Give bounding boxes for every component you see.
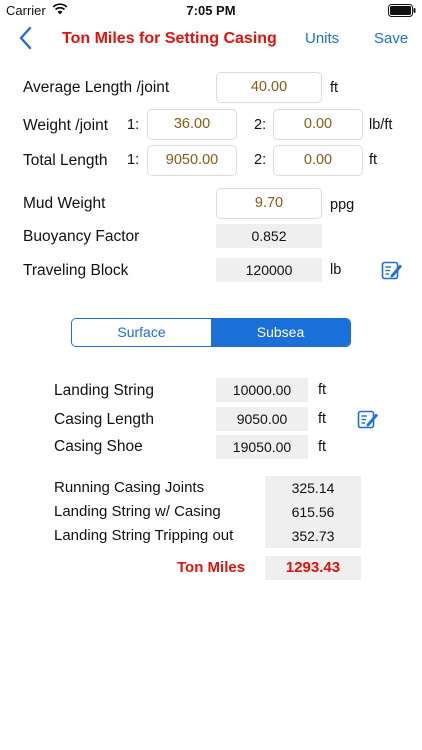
status-time: 7:05 PM <box>186 3 236 18</box>
casing-shoe-value: 19050.00 <box>216 435 308 459</box>
casing-length-unit: ft <box>318 411 327 427</box>
landing-with-casing-value: 615.56 <box>265 500 361 524</box>
traveling-block-unit: lb <box>330 262 342 278</box>
buoyancy-label: Buoyancy Factor <box>23 228 140 245</box>
page-title: Ton Miles for Setting Casing <box>62 30 277 47</box>
weight-unit: lb/ft <box>369 117 393 133</box>
ton-miles-value: 1293.43 <box>265 556 361 580</box>
avg-length-input[interactable]: 40.00 <box>216 72 322 103</box>
landing-tripping-value: 352.73 <box>265 524 361 548</box>
total-length-label: Total Length <box>23 152 108 169</box>
back-chevron-icon[interactable] <box>18 26 38 50</box>
landing-string-unit: ft <box>318 382 327 398</box>
total-length-index-1: 1: <box>127 152 140 168</box>
nav-bar: Ton Miles for Setting Casing Units Save <box>0 22 422 58</box>
casing-shoe-unit: ft <box>318 439 327 455</box>
landing-string-value: 10000.00 <box>216 378 308 402</box>
edit-casing-icon[interactable] <box>357 408 379 430</box>
total-length-unit: ft <box>369 152 378 168</box>
traveling-block-value: 120000 <box>216 258 322 282</box>
segment-surface[interactable]: Surface <box>72 319 211 346</box>
landing-tripping-label: Landing String Tripping out <box>54 527 234 544</box>
units-button[interactable]: Units <box>305 30 339 47</box>
avg-length-unit: ft <box>330 80 339 96</box>
weight-2-input[interactable]: 0.00 <box>273 109 363 140</box>
avg-length-label: Average Length /joint <box>23 79 170 96</box>
save-button[interactable]: Save <box>374 30 408 47</box>
running-joints-value: 325.14 <box>265 476 361 500</box>
casing-length-value: 9050.00 <box>216 407 308 431</box>
ton-miles-label: Ton Miles <box>177 559 246 576</box>
total-length-1-input[interactable]: 9050.00 <box>147 145 237 176</box>
total-length-2-input[interactable]: 0.00 <box>273 145 363 176</box>
buoyancy-value: 0.852 <box>216 224 322 248</box>
edit-traveling-block-icon[interactable] <box>381 259 403 281</box>
casing-shoe-label: Casing Shoe <box>54 438 143 455</box>
mud-weight-label: Mud Weight <box>23 195 106 212</box>
landing-with-casing-label: Landing String w/ Casing <box>54 503 221 520</box>
total-length-index-2: 2: <box>254 152 267 168</box>
battery-icon <box>388 4 416 20</box>
running-joints-label: Running Casing Joints <box>54 479 205 496</box>
weight-index-2: 2: <box>254 117 267 133</box>
traveling-block-label: Traveling Block <box>23 262 129 279</box>
mud-weight-input[interactable]: 9.70 <box>216 188 322 219</box>
mode-segmented-control: Surface Subsea <box>71 318 351 347</box>
segment-subsea[interactable]: Subsea <box>211 319 350 346</box>
status-bar: Carrier 7:05 PM <box>0 0 422 22</box>
weight-label: Weight /joint <box>23 117 109 134</box>
weight-index-1: 1: <box>127 117 140 133</box>
weight-1-input[interactable]: 36.00 <box>147 109 237 140</box>
casing-length-label: Casing Length <box>54 411 154 428</box>
landing-string-label: Landing String <box>54 382 154 399</box>
mud-weight-unit: ppg <box>330 197 355 213</box>
